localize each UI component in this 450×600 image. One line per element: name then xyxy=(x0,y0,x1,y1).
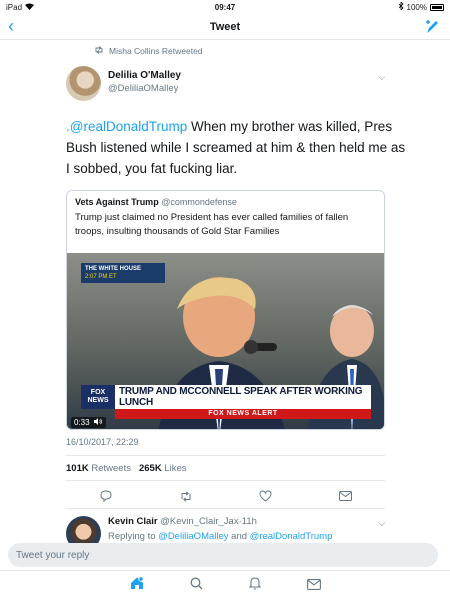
mention-link[interactable]: .@realDonaldTrump xyxy=(66,119,187,134)
share-dm-icon[interactable] xyxy=(333,488,357,504)
quoted-tweet-text: Trump just claimed no President has ever… xyxy=(75,212,349,237)
retweets-stat[interactable]: 101K Retweets xyxy=(66,463,131,474)
tweet-timestamp: 16/10/2017, 22:29 xyxy=(66,437,139,447)
battery-icon xyxy=(430,3,444,11)
author-info[interactable]: Delilia O'Malley @DeliliaOMalley xyxy=(108,70,181,94)
tweet-text: .@realDonaldTrump When my brother was ki… xyxy=(66,116,406,179)
chevron-down-icon[interactable]: ⌵ xyxy=(378,72,386,83)
replying-to-and: and xyxy=(231,531,248,542)
quoted-author-handle: @commondefense xyxy=(161,197,237,207)
author-name: Delilia O'Malley xyxy=(108,70,181,81)
retweets-label: Retweets xyxy=(91,463,131,474)
home-icon[interactable] xyxy=(130,576,144,595)
back-icon[interactable]: ‹ xyxy=(8,16,14,36)
reply-author-name: Kevin Clair xyxy=(108,516,158,527)
retweet-context[interactable]: Misha Collins Retweeted xyxy=(94,46,203,56)
reply-author-handle: @Kevin_Clair_Jax xyxy=(160,516,239,527)
reply-age: 11h xyxy=(241,516,257,527)
news-chyron: FOX NEWS TRUMP AND MCCONNELL SPEAK AFTER… xyxy=(81,385,371,409)
replying-to-prefix: Replying to xyxy=(108,531,156,542)
replying-to-link[interactable]: @DeliliaOMalley xyxy=(158,531,228,542)
chevron-down-icon[interactable]: ⌵ xyxy=(378,518,386,529)
replying-to: Replying to @DeliliaOMalley and @realDon… xyxy=(108,531,388,542)
network-logo-line1: FOX xyxy=(90,389,106,396)
volume-icon[interactable] xyxy=(93,418,103,427)
clock: 09:47 xyxy=(214,2,236,12)
retweet-icon xyxy=(94,46,104,56)
retweet-icon[interactable] xyxy=(174,488,198,504)
status-bar: iPad 09:47 100% xyxy=(0,0,450,14)
replying-to-link[interactable]: @realDonaldTrump xyxy=(250,531,333,542)
messages-icon[interactable] xyxy=(306,577,321,595)
divider xyxy=(66,480,385,481)
location-badge: THE WHITE HOUSE 2:07 PM ET xyxy=(81,263,165,283)
search-icon[interactable] xyxy=(190,577,203,595)
likes-label: Likes xyxy=(164,463,187,474)
reply-icon[interactable] xyxy=(94,488,118,504)
compose-tweet-icon[interactable] xyxy=(424,19,440,40)
likes-count: 265K xyxy=(138,463,162,474)
tweet-actions xyxy=(66,488,385,504)
likes-stat[interactable]: 265K Likes xyxy=(139,463,187,474)
retweets-count: 101K xyxy=(66,463,89,474)
page-title: Tweet xyxy=(209,20,241,33)
network-logo-line2: NEWS xyxy=(87,397,109,404)
navigation-bar: ‹ Tweet xyxy=(0,14,450,40)
author-avatar[interactable] xyxy=(66,66,101,101)
chyron-headline: TRUMP AND MCCONNELL SPEAK AFTER WORKING … xyxy=(119,386,363,408)
location-badge-title: THE WHITE HOUSE xyxy=(85,266,142,272)
quoted-tweet[interactable]: Vets Against Trump @commondefense Trump … xyxy=(66,190,385,430)
reply-composer-input[interactable]: Tweet your reply xyxy=(8,543,438,567)
alert-banner: FOX NEWS ALERT xyxy=(115,409,371,419)
retweet-context-label: Misha Collins Retweeted xyxy=(109,46,203,56)
network-logo: FOX NEWS xyxy=(81,385,115,409)
reply-tweet[interactable]: Kevin Clair @Kevin_Clair_Jax·11h Replyin… xyxy=(108,516,388,542)
like-icon[interactable] xyxy=(253,488,277,504)
quoted-author-name: Vets Against Trump xyxy=(75,197,159,207)
divider xyxy=(66,508,385,509)
tab-bar xyxy=(0,570,450,600)
notifications-icon[interactable] xyxy=(248,576,261,595)
location-badge-time: 2:07 PM ET xyxy=(85,274,117,280)
divider xyxy=(66,455,385,456)
video-duration: 0:33 xyxy=(74,418,90,427)
video-player[interactable]: THE WHITE HOUSE 2:07 PM ET FOX NEWS TRUM… xyxy=(67,253,384,429)
video-duration-badge: 0:33 xyxy=(71,417,106,428)
author-handle: @DeliliaOMalley xyxy=(108,83,179,94)
tweet-stats: 101K Retweets 265K Likes xyxy=(66,463,187,474)
